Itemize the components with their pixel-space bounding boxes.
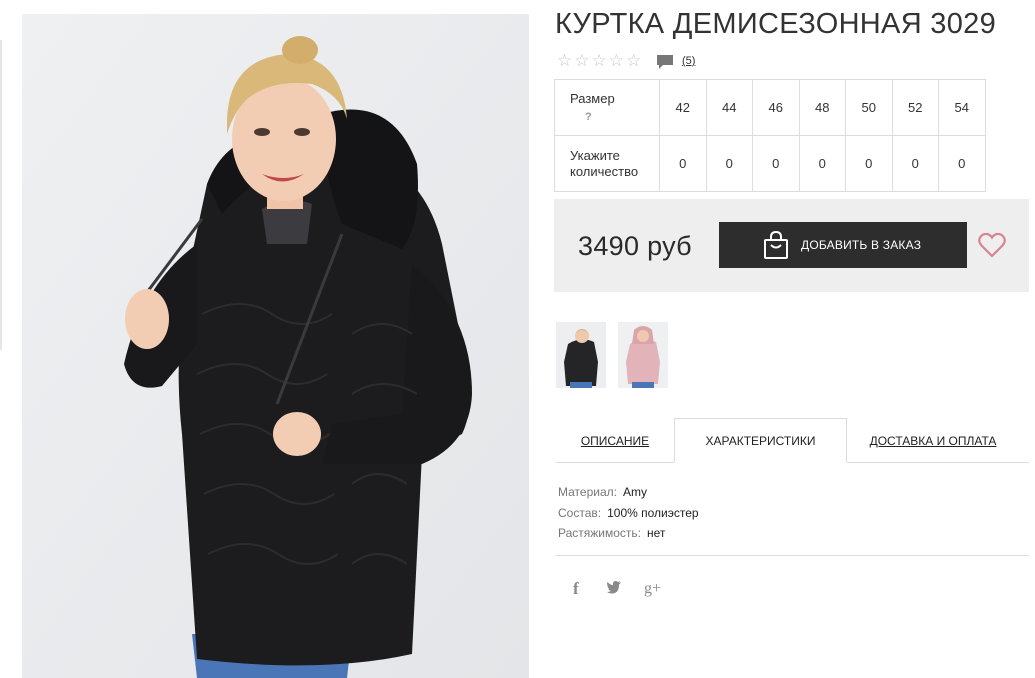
size-quantity-table: Размер ? 42 44 46 48 50 52 54 Укажите ко… xyxy=(554,79,986,192)
quantity-input[interactable]: 0 xyxy=(798,135,846,192)
spec-key: Состав: xyxy=(558,505,602,520)
star-icon[interactable]: ☆ xyxy=(557,52,572,69)
comment-icon[interactable] xyxy=(656,54,674,70)
spec-value: нет xyxy=(647,526,666,540)
spec-value: 100% полиэстер xyxy=(607,505,699,520)
quantity-label-line1: Укажите xyxy=(570,147,620,163)
tab-delivery[interactable]: ДОСТАВКА И ОПЛАТА xyxy=(847,418,1019,463)
googleplus-icon[interactable]: g+ xyxy=(644,580,661,598)
tab-description[interactable]: ОПИСАНИЕ xyxy=(556,418,674,463)
star-icon[interactable]: ☆ xyxy=(626,52,641,69)
rating-stars[interactable]: ☆ ☆ ☆ ☆ ☆ xyxy=(557,52,641,69)
product-title: КУРТКА ДЕМИСЕЗОННАЯ 3029 xyxy=(555,8,997,40)
thumbnail-black-jacket[interactable] xyxy=(556,322,606,388)
twitter-icon[interactable] xyxy=(606,580,622,594)
product-main-image[interactable] xyxy=(22,14,529,678)
shopping-bag-icon xyxy=(764,231,788,259)
left-edge-divider xyxy=(0,40,2,350)
tab-description-label: ОПИСАНИЕ xyxy=(580,433,650,448)
tab-delivery-label: ДОСТАВКА И ОПЛАТА xyxy=(869,433,997,448)
size-cell: 44 xyxy=(705,79,753,136)
spec-row: Материал: Amy xyxy=(558,482,699,503)
star-icon[interactable]: ☆ xyxy=(574,52,589,69)
spec-value: Amy xyxy=(622,485,647,499)
quantity-row-header: Укажите количество xyxy=(554,135,660,192)
size-cell: 50 xyxy=(845,79,893,136)
size-cell: 52 xyxy=(891,79,939,136)
tab-characteristics[interactable]: ХАРАКТЕРИСТИКИ xyxy=(674,418,847,463)
spec-key: Растяжимость: xyxy=(558,526,642,540)
add-to-order-label: ДОБАВИТЬ В ЗАКАЗ xyxy=(801,238,922,252)
size-cell: 48 xyxy=(798,79,846,136)
size-row-header: Размер ? xyxy=(554,79,660,136)
star-icon[interactable]: ☆ xyxy=(609,52,624,69)
quantity-input[interactable]: 0 xyxy=(891,135,939,192)
review-count-link[interactable]: (5) xyxy=(682,55,695,67)
size-cell: 46 xyxy=(752,79,800,136)
spec-row: Состав: 100% полиэстер xyxy=(558,503,699,524)
size-help-icon[interactable]: ? xyxy=(570,109,659,125)
spec-row: Растяжимость: нет xyxy=(558,523,699,544)
price-box: 3490 руб ДОБАВИТЬ В ЗАКАЗ xyxy=(554,199,1029,292)
product-price: 3490 руб xyxy=(578,231,692,261)
size-cell: 42 xyxy=(659,79,707,136)
thumbnail-pink-jacket[interactable] xyxy=(618,322,668,388)
product-info-tabs: ОПИСАНИЕ ХАРАКТЕРИСТИКИ ДОСТАВКА И ОПЛАТ… xyxy=(556,418,1029,463)
add-to-order-button[interactable]: ДОБАВИТЬ В ЗАКАЗ xyxy=(719,222,967,268)
facebook-icon[interactable]: f xyxy=(573,579,579,599)
star-icon[interactable]: ☆ xyxy=(592,52,607,69)
heart-icon[interactable] xyxy=(978,232,1006,258)
tab-characteristics-label: ХАРАКТЕРИСТИКИ xyxy=(705,433,816,448)
quantity-input[interactable]: 0 xyxy=(938,135,986,192)
quantity-input[interactable]: 0 xyxy=(752,135,800,192)
characteristics-list: Материал: Amy Состав: 100% полиэстер Растя… xyxy=(558,482,699,544)
quantity-input[interactable]: 0 xyxy=(659,135,707,192)
size-label: Размер xyxy=(570,90,615,106)
quantity-input[interactable]: 0 xyxy=(845,135,893,192)
section-divider xyxy=(556,555,1029,556)
quantity-label-line2: количество xyxy=(570,163,639,179)
size-cell: 54 xyxy=(938,79,986,136)
spec-key: Материал: xyxy=(558,485,617,499)
quantity-input[interactable]: 0 xyxy=(705,135,753,192)
